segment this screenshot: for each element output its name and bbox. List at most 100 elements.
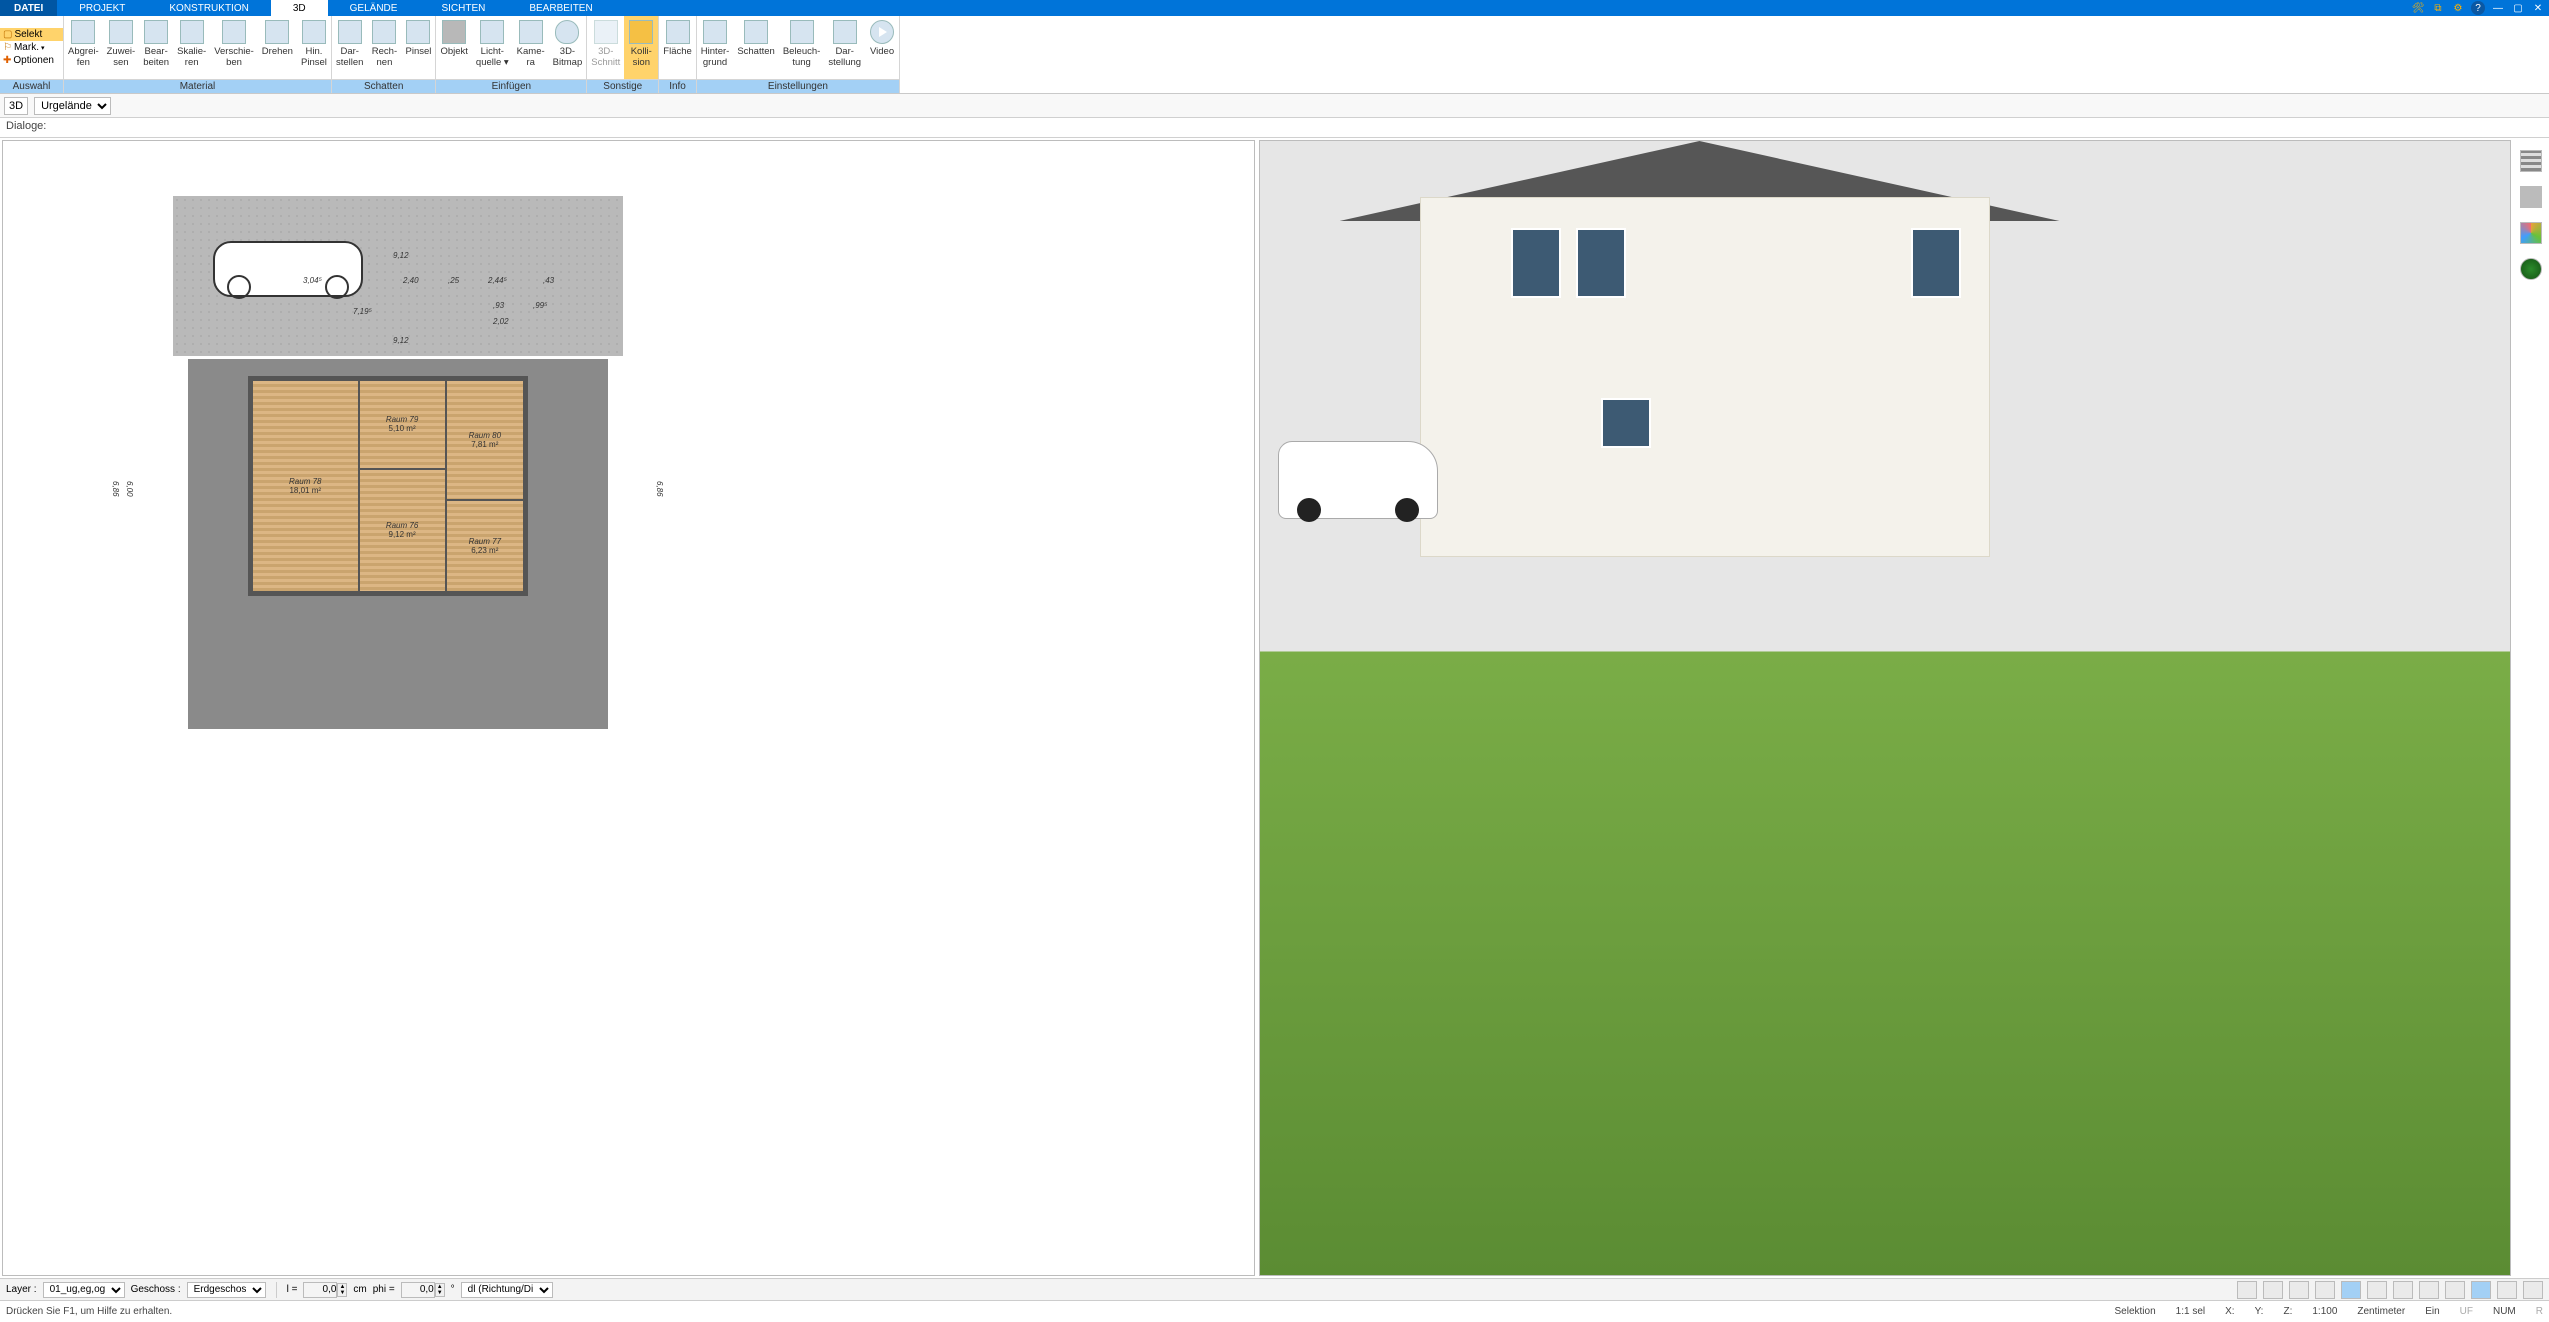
bottom-toolbar: Layer : 01_ug,eg,og Geschoss : Erdgescho… xyxy=(0,1278,2549,1300)
lichtquelle-button[interactable]: Licht- quelle ▾ xyxy=(472,16,513,79)
hintergrund-button[interactable]: Hinter- grund xyxy=(697,16,734,79)
status-x: X: xyxy=(2225,1306,2234,1317)
group-label-einstellungen: Einstellungen xyxy=(697,79,899,93)
north2-icon[interactable] xyxy=(2497,1281,2517,1299)
dim-label: ,93 xyxy=(493,301,504,310)
minimize-icon[interactable]: ― xyxy=(2491,1,2505,15)
grid-icon[interactable] xyxy=(2315,1281,2335,1299)
mode-tag: 3D xyxy=(4,97,28,115)
selekt-button[interactable]: ▢Selekt xyxy=(0,28,63,41)
dim-label: ,99⁵ xyxy=(533,301,547,310)
rechnen-button[interactable]: Rech- nen xyxy=(367,16,401,79)
plan-2d-view[interactable]: 9,12 3,04⁵ 2,40 ,25 2,44⁵ ,43 7,19⁵ ,93 … xyxy=(2,140,1255,1276)
pinsel-button[interactable]: Pinsel xyxy=(401,16,435,79)
3d-schnitt-button[interactable]: 3D- Schnitt xyxy=(587,16,624,79)
side-toolbox xyxy=(2517,150,2545,280)
phi-unit: ° xyxy=(451,1284,455,1295)
objekt-button[interactable]: Objekt xyxy=(436,16,471,79)
room-77: Raum 77 6,23 m² xyxy=(446,500,524,592)
tab-gelaende[interactable]: GELÄNDE xyxy=(328,0,420,16)
close-icon[interactable]: ✕ xyxy=(2531,1,2545,15)
status-bar: Drücken Sie F1, um Hilfe zu erhalten. Se… xyxy=(0,1300,2549,1322)
kamera-button[interactable]: Kame- ra xyxy=(513,16,549,79)
north-icon[interactable] xyxy=(2471,1281,2491,1299)
workspace: 9,12 3,04⁵ 2,40 ,25 2,44⁵ ,43 7,19⁵ ,93 … xyxy=(0,138,2513,1278)
kollision-button[interactable]: Kolli- sion xyxy=(624,16,658,79)
planes5-icon[interactable] xyxy=(2445,1281,2465,1299)
bearbeiten-button[interactable]: Bear- beiten xyxy=(139,16,173,79)
monitor-icon[interactable] xyxy=(2263,1281,2283,1299)
status-z: Z: xyxy=(2283,1306,2292,1317)
view-3d[interactable] xyxy=(1259,140,2512,1276)
tab-konstruktion[interactable]: KONSTRUKTION xyxy=(147,0,270,16)
status-selektion: Selektion xyxy=(2115,1306,2156,1317)
video-button[interactable]: Video xyxy=(865,16,899,79)
dim-label: 2,02 xyxy=(493,317,509,326)
tab-bearbeiten[interactable]: BEARBEITEN xyxy=(507,0,614,16)
snap-select[interactable]: dl (Richtung/Di xyxy=(461,1282,553,1298)
beleuchtung-button[interactable]: Beleuch- tung xyxy=(779,16,825,79)
planes4-icon[interactable] xyxy=(2419,1281,2439,1299)
chair-icon[interactable] xyxy=(2520,186,2542,208)
status-units: Zentimeter xyxy=(2357,1306,2405,1317)
maximize-icon[interactable]: ▢ xyxy=(2511,1,2525,15)
darstellung-button[interactable]: Dar- stellung xyxy=(824,16,865,79)
dim-label: 7,19⁵ xyxy=(353,307,372,316)
car-plan-icon xyxy=(213,241,363,297)
tab-3d[interactable]: 3D xyxy=(271,0,328,16)
window-icon xyxy=(1511,228,1561,298)
drehen-button[interactable]: Drehen xyxy=(258,16,297,79)
swap-icon[interactable]: ⧉ xyxy=(2431,1,2445,15)
geschoss-select[interactable]: Erdgeschos xyxy=(187,1282,266,1298)
tab-datei[interactable]: DATEI xyxy=(0,0,57,16)
tab-projekt[interactable]: PROJEKT xyxy=(57,0,147,16)
settings-icon[interactable]: ⚙ xyxy=(2451,1,2465,15)
3d-bitmap-button[interactable]: 3D- Bitmap xyxy=(549,16,587,79)
terrain-select[interactable]: Urgelände xyxy=(34,97,111,115)
window-icon xyxy=(1601,398,1651,448)
tab-sichten[interactable]: SICHTEN xyxy=(419,0,507,16)
abgreifen-button[interactable]: Abgrei- fen xyxy=(64,16,103,79)
phi-stepper[interactable]: ▲▼ xyxy=(435,1283,445,1297)
group-label-info: Info xyxy=(659,79,696,93)
mark-button[interactable]: ⚐Mark.▾ xyxy=(0,41,63,54)
group-label-material: Material xyxy=(64,79,331,93)
materials-icon[interactable] xyxy=(2520,222,2542,244)
group-label-auswahl: Auswahl xyxy=(0,79,63,93)
status-r: R xyxy=(2536,1306,2543,1317)
house-3d xyxy=(1420,197,1990,557)
phi-input[interactable] xyxy=(401,1282,435,1298)
ribbon-group-einstellungen: Hinter- grund Schatten Beleuch- tung Dar… xyxy=(697,16,900,93)
layers-icon[interactable] xyxy=(2520,150,2542,172)
hinpinsel-button[interactable]: Hin. Pinsel xyxy=(297,16,331,79)
dim-label: 6,00 xyxy=(125,481,134,497)
dim-label: 6,86 xyxy=(111,481,120,497)
tools-icon[interactable]: 🛠 xyxy=(2411,1,2425,15)
main-menu-bar: DATEI PROJEKT KONSTRUKTION 3D GELÄNDE SI… xyxy=(0,0,2549,16)
dim-label: 9,12 xyxy=(393,251,409,260)
planes1-icon[interactable] xyxy=(2341,1281,2361,1299)
schatten-settings-button[interactable]: Schatten xyxy=(733,16,779,79)
length-input[interactable] xyxy=(303,1282,337,1298)
planes2-icon[interactable] xyxy=(2367,1281,2387,1299)
room-80: Raum 80 7,81 m² xyxy=(446,380,524,500)
verschieben-button[interactable]: Verschie- ben xyxy=(210,16,258,79)
group-label-schatten: Schatten xyxy=(332,79,435,93)
help-icon[interactable]: ? xyxy=(2471,1,2485,15)
camera-icon[interactable] xyxy=(2289,1281,2309,1299)
group-label-einfuegen: Einfügen xyxy=(436,79,586,93)
zuweisen-button[interactable]: Zuwei- sen xyxy=(103,16,140,79)
optionen-button[interactable]: ✚Optionen xyxy=(0,54,63,67)
menu-icon[interactable] xyxy=(2523,1281,2543,1299)
planes3-icon[interactable] xyxy=(2393,1281,2413,1299)
flaeche-button[interactable]: Fläche xyxy=(659,16,696,79)
clock-icon[interactable] xyxy=(2237,1281,2257,1299)
darstellen-shadow-button[interactable]: Dar- stellen xyxy=(332,16,367,79)
layer-select[interactable]: 01_ug,eg,og xyxy=(43,1282,125,1298)
length-stepper[interactable]: ▲▼ xyxy=(337,1283,347,1297)
tree-icon[interactable] xyxy=(2520,258,2542,280)
help-hint: Drücken Sie F1, um Hilfe zu erhalten. xyxy=(6,1306,172,1317)
skalieren-button[interactable]: Skalie- ren xyxy=(173,16,210,79)
geschoss-label: Geschoss : xyxy=(131,1284,181,1295)
context-bar: 3D Urgelände xyxy=(0,94,2549,118)
